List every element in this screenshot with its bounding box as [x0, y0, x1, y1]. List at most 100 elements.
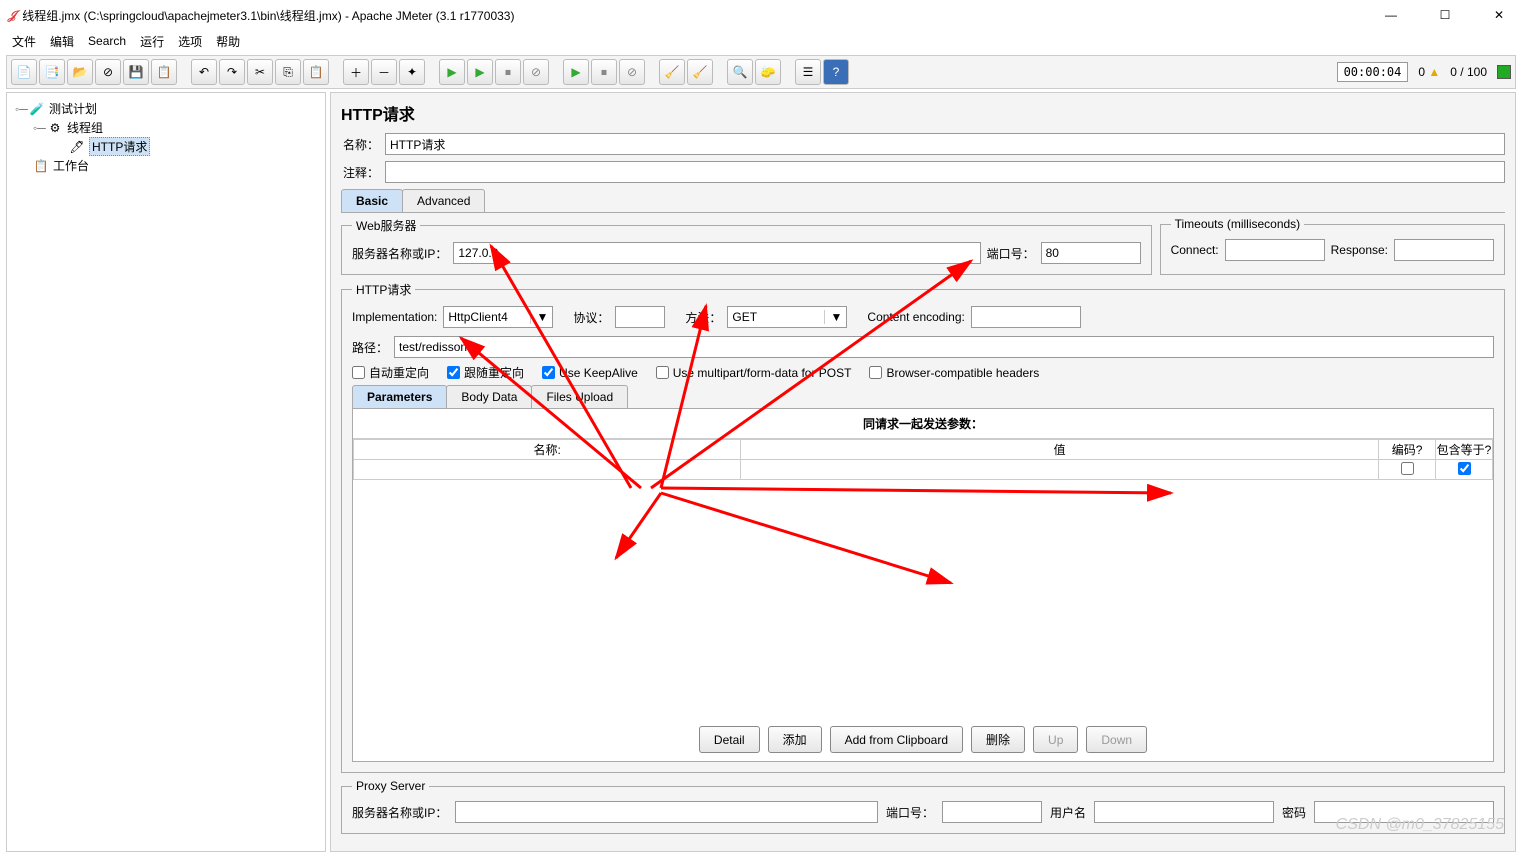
menu-run[interactable]: 运行	[140, 33, 164, 50]
clear-icon[interactable]: 🧹	[659, 59, 685, 85]
start-no-pause-icon[interactable]: ▶	[467, 59, 493, 85]
name-input[interactable]	[385, 133, 1505, 155]
remote-stop-icon[interactable]: ⏹	[591, 59, 617, 85]
warning-icon: ▲	[1428, 65, 1440, 79]
expand-icon[interactable]: ＋	[343, 59, 369, 85]
col-value: 值	[741, 440, 1379, 460]
remote-shutdown-icon[interactable]: ⊘	[619, 59, 645, 85]
web-server-fieldset: Web服务器 服务器名称或IP： 端口号：	[341, 217, 1152, 275]
expand-toggle-icon[interactable]: ◦─	[33, 121, 43, 135]
menu-bar: 文件 编辑 Search 运行 选项 帮助	[0, 30, 1522, 52]
pipette-icon: 🖊	[69, 139, 85, 155]
cb-browser-headers[interactable]: Browser-compatible headers	[869, 366, 1039, 380]
proxy-port-input[interactable]	[942, 801, 1042, 823]
add-button[interactable]: 添加	[768, 726, 822, 753]
expand-toggle-icon[interactable]: ◦─	[15, 102, 25, 116]
subtab-parameters[interactable]: Parameters	[352, 385, 447, 408]
server-input[interactable]	[453, 242, 980, 264]
method-select[interactable]: GET ▼	[727, 306, 847, 328]
cb-follow-redirect[interactable]: 跟随重定向	[447, 364, 524, 381]
response-label: Response:	[1331, 243, 1388, 257]
minimize-button[interactable]: —	[1376, 8, 1406, 22]
params-table[interactable]: 名称: 值 编码? 包含等于?	[353, 439, 1493, 480]
search-icon[interactable]: 🔍	[727, 59, 753, 85]
tree-label-httpreq: HTTP请求	[89, 137, 150, 156]
impl-select[interactable]: HttpClient4 ▼	[443, 306, 553, 328]
path-input[interactable]	[394, 336, 1494, 358]
tree-threadgroup[interactable]: ◦─ ⚙ 线程组	[11, 118, 321, 137]
tree-label-threadgroup: 线程组	[67, 119, 103, 136]
proto-input[interactable]	[615, 306, 665, 328]
menu-help[interactable]: 帮助	[216, 33, 240, 50]
cb-keepalive[interactable]: Use KeepAlive	[542, 366, 638, 380]
reset-search-icon[interactable]: 🧽	[755, 59, 781, 85]
proxy-fieldset: Proxy Server 服务器名称或IP： 端口号： 用户名 密码	[341, 779, 1505, 834]
proxy-server-input[interactable]	[455, 801, 878, 823]
open-icon[interactable]: 📂	[67, 59, 93, 85]
chevron-down-icon: ▼	[824, 310, 843, 324]
cb-multipart[interactable]: Use multipart/form-data for POST	[656, 366, 852, 380]
maximize-button[interactable]: ☐	[1430, 8, 1460, 22]
connect-input[interactable]	[1225, 239, 1325, 261]
down-button[interactable]: Down	[1086, 726, 1147, 753]
proxy-pass-label: 密码	[1282, 804, 1306, 821]
response-input[interactable]	[1394, 239, 1494, 261]
include-checkbox[interactable]	[1458, 462, 1471, 475]
editor-panel: HTTP请求 名称： 注释： Basic Advanced Web服务器 服务器…	[330, 92, 1516, 852]
start-icon[interactable]: ▶	[439, 59, 465, 85]
templates-icon[interactable]: 📑	[39, 59, 65, 85]
menu-file[interactable]: 文件	[12, 33, 36, 50]
remote-start-icon[interactable]: ▶	[563, 59, 589, 85]
tree-label-workbench: 工作台	[53, 157, 89, 174]
tree-workbench[interactable]: 📋 工作台	[11, 156, 321, 175]
close-button[interactable]: ✕	[1484, 8, 1514, 22]
save-icon[interactable]: 💾	[123, 59, 149, 85]
proxy-user-label: 用户名	[1050, 804, 1086, 821]
up-button[interactable]: Up	[1033, 726, 1078, 753]
save-as-icon[interactable]: 📋	[151, 59, 177, 85]
col-encode: 编码?	[1379, 440, 1436, 460]
table-row[interactable]	[354, 460, 1493, 480]
http-request-fieldset: HTTP请求 Implementation: HttpClient4 ▼ 协议：…	[341, 281, 1505, 773]
tree-http-request[interactable]: 🖊 HTTP请求	[11, 137, 321, 156]
encoding-input[interactable]	[971, 306, 1081, 328]
tab-basic[interactable]: Basic	[341, 189, 403, 212]
menu-edit[interactable]: 编辑	[50, 33, 74, 50]
paste-icon[interactable]: 📋	[303, 59, 329, 85]
tree-label-testplan: 测试计划	[49, 100, 97, 117]
menu-search[interactable]: Search	[88, 34, 126, 48]
subtab-body-data[interactable]: Body Data	[446, 385, 532, 408]
toggle-icon[interactable]: ✦	[399, 59, 425, 85]
menu-options[interactable]: 选项	[178, 33, 202, 50]
params-panel: 同请求一起发送参数： 名称: 值 编码? 包含等于?	[352, 408, 1494, 762]
clear-all-icon[interactable]: 🧹	[687, 59, 713, 85]
proto-label: 协议：	[573, 309, 609, 326]
cb-auto-redirect[interactable]: 自动重定向	[352, 364, 429, 381]
help-icon[interactable]: ?	[823, 59, 849, 85]
clipboard-button[interactable]: Add from Clipboard	[830, 726, 963, 753]
undo-icon[interactable]: ↶	[191, 59, 217, 85]
close-icon[interactable]: ⊘	[95, 59, 121, 85]
test-plan-tree[interactable]: ◦─ 🧪 测试计划 ◦─ ⚙ 线程组 🖊 HTTP请求 📋 工作台	[6, 92, 326, 852]
subtab-files-upload[interactable]: Files Upload	[531, 385, 628, 408]
function-helper-icon[interactable]: ☰	[795, 59, 821, 85]
impl-label: Implementation:	[352, 310, 437, 324]
stop-icon[interactable]: ⏹	[495, 59, 521, 85]
new-file-icon[interactable]: 📄	[11, 59, 37, 85]
tab-advanced[interactable]: Advanced	[402, 189, 485, 212]
proxy-server-label: 服务器名称或IP：	[352, 804, 447, 821]
comment-input[interactable]	[385, 161, 1505, 183]
encode-checkbox[interactable]	[1401, 462, 1414, 475]
detail-button[interactable]: Detail	[699, 726, 760, 753]
port-input[interactable]	[1041, 242, 1141, 264]
proxy-user-input[interactable]	[1094, 801, 1274, 823]
redo-icon[interactable]: ↷	[219, 59, 245, 85]
collapse-icon[interactable]: －	[371, 59, 397, 85]
connect-label: Connect:	[1171, 243, 1219, 257]
cut-icon[interactable]: ✂	[247, 59, 273, 85]
delete-button[interactable]: 删除	[971, 726, 1025, 753]
encoding-label: Content encoding:	[867, 310, 964, 324]
shutdown-icon[interactable]: ⊘	[523, 59, 549, 85]
copy-icon[interactable]: ⎘	[275, 59, 301, 85]
tree-testplan[interactable]: ◦─ 🧪 测试计划	[11, 99, 321, 118]
